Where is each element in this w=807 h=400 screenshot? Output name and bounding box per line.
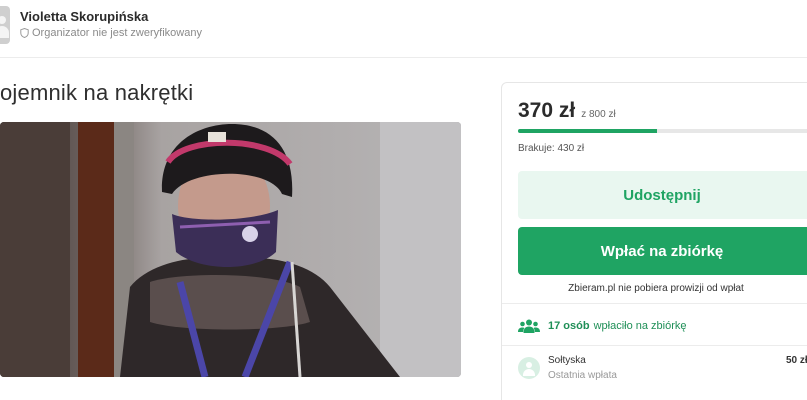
amount-collected: 370 zł <box>518 99 576 122</box>
donor-amount: 50 zł <box>786 355 807 366</box>
organizer-header: Violetta Skorupińska Organizator nie jes… <box>0 0 807 58</box>
share-button[interactable]: Udostępnij <box>518 171 807 219</box>
donors-count: 17 osób <box>548 320 590 332</box>
donors-text: wpłaciło na zbiórkę <box>593 320 687 332</box>
donor-avatar-icon <box>518 357 540 379</box>
donor-name: Sołtyska <box>548 355 586 366</box>
progress-bar <box>518 129 807 133</box>
user-avatar-icon <box>0 6 10 44</box>
progress-fill <box>518 129 657 133</box>
donors-summary[interactable]: 17 osób wpłaciło na zbiórkę <box>518 319 687 333</box>
last-donor-row: Sołtyska Ostatnia wpłata 50 zł <box>518 355 807 385</box>
people-icon <box>518 319 540 333</box>
divider <box>502 345 807 346</box>
divider <box>502 303 807 304</box>
donation-panel: 370 zł z 800 zł Brakuje: 430 zł Udostępn… <box>501 82 807 400</box>
fee-note: Zbieram.pl nie pobiera prowizji od wpłat <box>568 283 744 294</box>
missing-amount: Brakuje: 430 zł <box>518 143 585 154</box>
organizer-status: Organizator nie jest zweryfikowany <box>20 27 202 39</box>
amount-summary: 370 zł z 800 zł <box>518 99 616 123</box>
shield-icon <box>20 28 29 38</box>
donor-subtitle: Ostatnia wpłata <box>548 370 617 381</box>
campaign-title: ojemnik na nakrętki <box>0 80 194 105</box>
donate-button[interactable]: Wpłać na zbiórkę <box>518 227 807 275</box>
organizer-name[interactable]: Violetta Skorupińska <box>20 9 148 24</box>
organizer-status-text: Organizator nie jest zweryfikowany <box>32 27 202 39</box>
amount-goal: z 800 zł <box>581 109 616 120</box>
campaign-photo[interactable] <box>0 122 461 377</box>
campaign-photo-art <box>0 122 461 377</box>
